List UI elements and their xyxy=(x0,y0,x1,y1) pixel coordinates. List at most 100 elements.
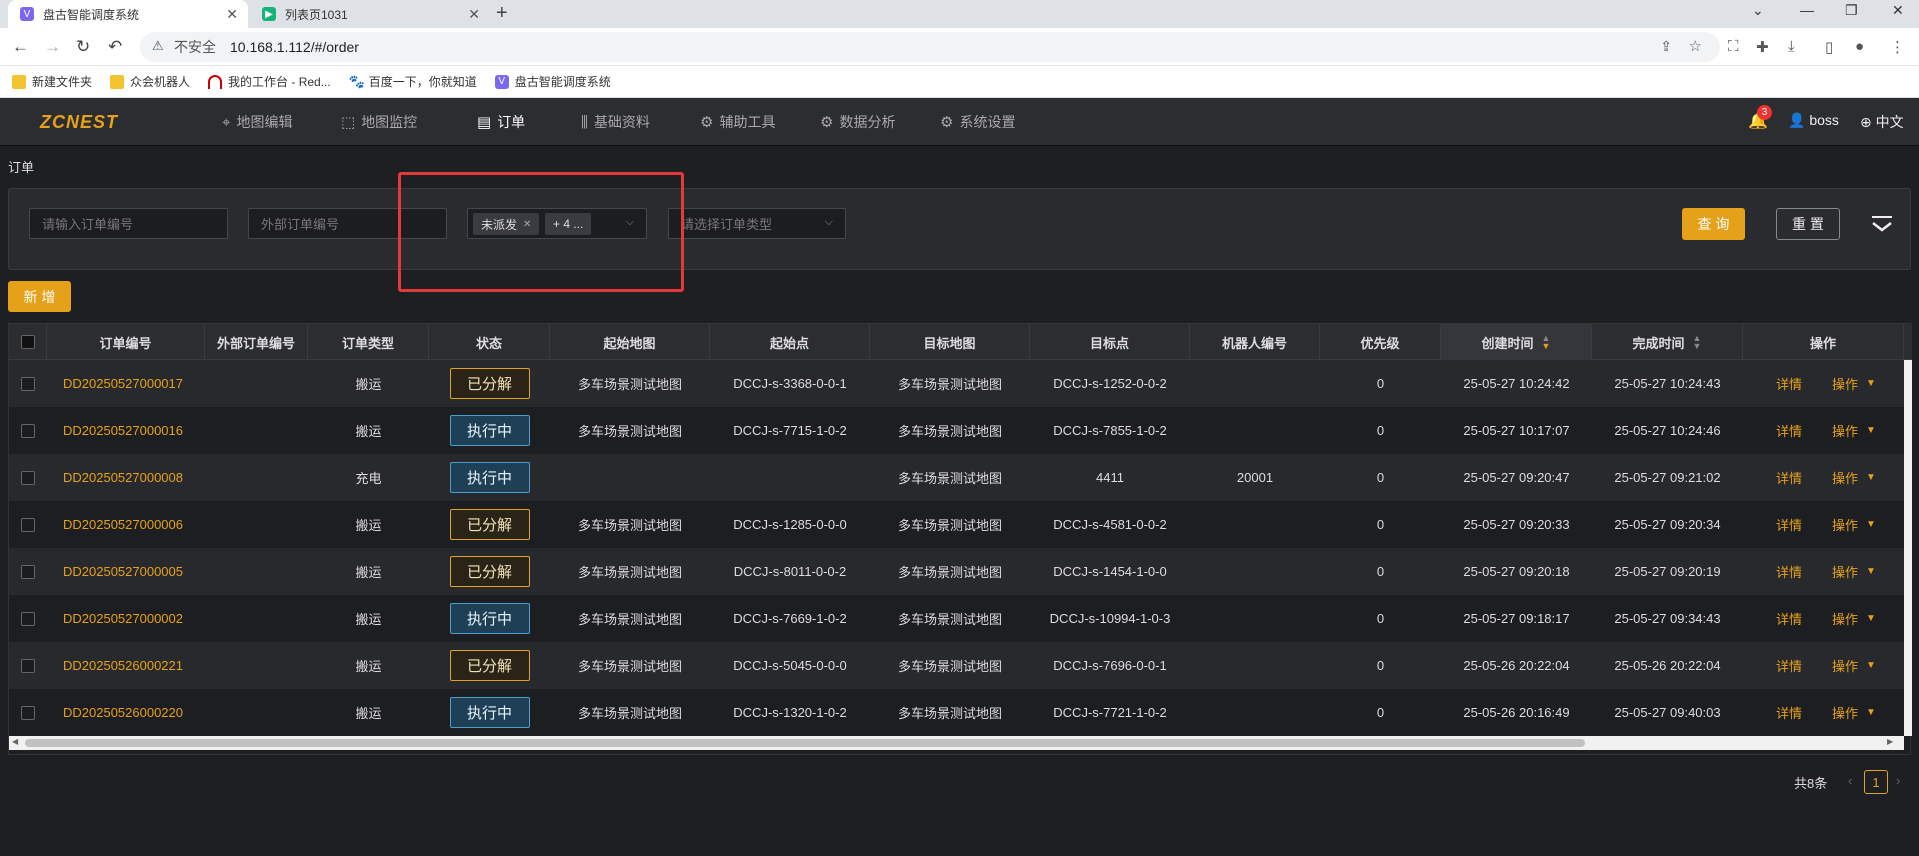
bookmark-item[interactable]: 🐾 百度一下，你就知道 xyxy=(349,73,477,90)
browser-tab[interactable]: ▶ 列表页1031 ✕ xyxy=(250,0,490,28)
select-all-checkbox[interactable] xyxy=(20,335,35,349)
row-checkbox[interactable] xyxy=(21,517,35,532)
target-point-cell: 4411 xyxy=(1096,470,1124,485)
operation-dropdown[interactable]: 操作 ▼ xyxy=(1819,501,1889,548)
scroll-left-icon[interactable]: ◀ xyxy=(12,737,18,746)
detail-link[interactable]: 详情 xyxy=(1764,360,1814,407)
order-type-select[interactable]: 请选择订单类型 ⌵ xyxy=(668,208,846,239)
forward-icon[interactable]: → xyxy=(44,37,61,57)
bookmark-item[interactable]: 众会机器人 xyxy=(110,73,190,90)
more-menu-icon[interactable]: ⋮ xyxy=(1890,38,1905,56)
operation-dropdown[interactable]: 操作 ▼ xyxy=(1819,689,1889,736)
browser-tab-active[interactable]: V 盘古智能调度系统 ✕ xyxy=(8,0,248,28)
detail-link[interactable]: 详情 xyxy=(1764,501,1814,548)
status-cell: 执行中 xyxy=(429,689,550,736)
next-page-icon[interactable]: › xyxy=(1896,773,1900,788)
order-no-link[interactable]: DD20250527000016 xyxy=(59,407,217,454)
reset-button[interactable]: 重 置 xyxy=(1776,208,1840,240)
tab-search-icon[interactable]: ⌄ xyxy=(1752,2,1764,19)
url-text[interactable]: 10.168.1.112/#/order xyxy=(230,39,359,55)
close-tab-icon[interactable]: ✕ xyxy=(468,6,480,23)
reload-icon[interactable]: ↻ xyxy=(76,37,90,57)
extensions-icon[interactable]: ✚ xyxy=(1756,38,1769,56)
detail-link[interactable]: 详情 xyxy=(1764,689,1814,736)
operation-dropdown[interactable]: 操作 ▼ xyxy=(1819,548,1889,595)
row-checkbox[interactable] xyxy=(21,564,35,579)
download-icon[interactable]: ⤓ xyxy=(1788,38,1795,55)
query-button[interactable]: 查 询 xyxy=(1682,208,1745,240)
caret-down-icon: ▼ xyxy=(1866,472,1876,483)
menu-map-edit[interactable]: ⌖ 地图编辑 xyxy=(222,98,292,146)
col-finished-time[interactable]: 完成时间 ▲ ▼ xyxy=(1592,324,1743,360)
row-checkbox[interactable] xyxy=(21,705,35,720)
operation-dropdown[interactable]: 操作 ▼ xyxy=(1819,407,1889,454)
bookmark-item[interactable]: V 盘古智能调度系统 xyxy=(494,73,611,90)
status-badge: 执行中 xyxy=(449,603,530,634)
browser-tabstrip: V 盘古智能调度系统 ✕ ▶ 列表页1031 ✕ + ⌄ — ❐ ✕ xyxy=(0,0,1919,28)
close-window-icon[interactable]: ✕ xyxy=(1892,2,1904,19)
order-no-link[interactable]: DD20250526000220 xyxy=(59,689,217,736)
row-checkbox[interactable] xyxy=(21,658,35,673)
detail-link[interactable]: 详情 xyxy=(1764,548,1814,595)
crop-icon[interactable]: ⛶ xyxy=(1728,38,1739,55)
col-created-time[interactable]: 创建时间 ▲ ▼ xyxy=(1441,324,1592,360)
menu-system-settings[interactable]: ⚙ 系统设置 xyxy=(940,98,1015,146)
close-tab-icon[interactable]: ✕ xyxy=(226,6,238,23)
menu-data-analysis[interactable]: ⚙ 数据分析 xyxy=(820,98,895,146)
sidebar-icon[interactable]: ▯ xyxy=(1825,38,1833,56)
detail-link[interactable]: 详情 xyxy=(1764,642,1814,689)
sort-icon[interactable]: ▲ ▼ xyxy=(1542,334,1551,351)
scrollbar-thumb[interactable] xyxy=(25,739,1585,747)
omnibox[interactable]: ⚠ 不安全 10.168.1.112/#/order ⇪ ☆ xyxy=(140,32,1720,62)
row-checkbox[interactable] xyxy=(21,423,35,438)
order-no-link[interactable]: DD20250527000006 xyxy=(59,501,217,548)
scroll-right-icon[interactable]: ▶ xyxy=(1887,737,1893,746)
maximize-icon[interactable]: ❐ xyxy=(1845,2,1858,19)
order-no-link[interactable]: DD20250527000005 xyxy=(59,548,217,595)
order-no-link[interactable]: DD20250527000008 xyxy=(59,454,217,501)
bookmark-item[interactable]: 我的工作台 - Red... xyxy=(208,73,331,90)
collapse-filter-icon[interactable] xyxy=(1870,214,1894,234)
detail-link[interactable]: 详情 xyxy=(1764,595,1814,642)
add-button[interactable]: 新 增 xyxy=(8,281,71,312)
order-no-input[interactable]: 请输入订单编号 xyxy=(29,208,228,239)
row-checkbox[interactable] xyxy=(21,470,35,485)
user-menu[interactable]: 👤 boss xyxy=(1788,112,1839,129)
bookmark-item[interactable]: 新建文件夹 xyxy=(12,73,92,90)
sort-icon[interactable]: ▲ ▼ xyxy=(1693,334,1702,351)
col-start-map: 起始地图 xyxy=(550,324,710,360)
new-tab-icon[interactable]: + xyxy=(496,2,508,25)
prev-page-icon[interactable]: ‹ xyxy=(1848,773,1852,788)
minimize-icon[interactable]: — xyxy=(1800,2,1814,18)
menu-aux-tools[interactable]: ⚙ 辅助工具 xyxy=(700,98,775,146)
vertical-scrollbar[interactable] xyxy=(1904,360,1912,736)
operation-dropdown[interactable]: 操作 ▼ xyxy=(1819,454,1889,501)
start-point-cell: DCCJ-s-7669-1-0-2 xyxy=(733,611,847,626)
robot-no-cell xyxy=(1190,548,1320,595)
row-checkbox[interactable] xyxy=(21,376,35,391)
order-no-link[interactable]: DD20250527000002 xyxy=(59,595,217,642)
horizontal-scrollbar[interactable]: ◀ ▶ xyxy=(9,736,1904,750)
menu-basic-data[interactable]: ⫼ 基础资料 xyxy=(581,98,650,146)
share-icon[interactable]: ⇪ xyxy=(1660,38,1672,55)
back-icon[interactable]: ← xyxy=(12,37,29,57)
ext-order-cell xyxy=(205,454,308,501)
bookmark-star-icon[interactable]: ☆ xyxy=(1689,37,1702,55)
order-no-link[interactable]: DD20250527000017 xyxy=(59,360,217,407)
undo-icon[interactable]: ↶ xyxy=(108,37,122,57)
priority-cell: 0 xyxy=(1376,564,1385,579)
menu-map-monitor[interactable]: ⬚ 地图监控 xyxy=(341,98,417,146)
order-no-link[interactable]: DD20250526000221 xyxy=(59,642,217,689)
notification-badge: 3 xyxy=(1757,105,1772,120)
operation-dropdown[interactable]: 操作 ▼ xyxy=(1819,595,1889,642)
menu-order[interactable]: ▤ 订单 xyxy=(477,98,525,146)
page-number-current[interactable]: 1 xyxy=(1864,770,1888,794)
detail-link[interactable]: 详情 xyxy=(1764,407,1814,454)
row-checkbox[interactable] xyxy=(21,611,35,626)
profile-icon[interactable]: ● xyxy=(1855,38,1864,55)
operation-dropdown[interactable]: 操作 ▼ xyxy=(1819,360,1889,407)
detail-link[interactable]: 详情 xyxy=(1764,454,1814,501)
language-switch[interactable]: ⊕ 中文 xyxy=(1860,112,1904,132)
operation-dropdown[interactable]: 操作 ▼ xyxy=(1819,642,1889,689)
col-start-point: 起始点 xyxy=(710,324,870,360)
